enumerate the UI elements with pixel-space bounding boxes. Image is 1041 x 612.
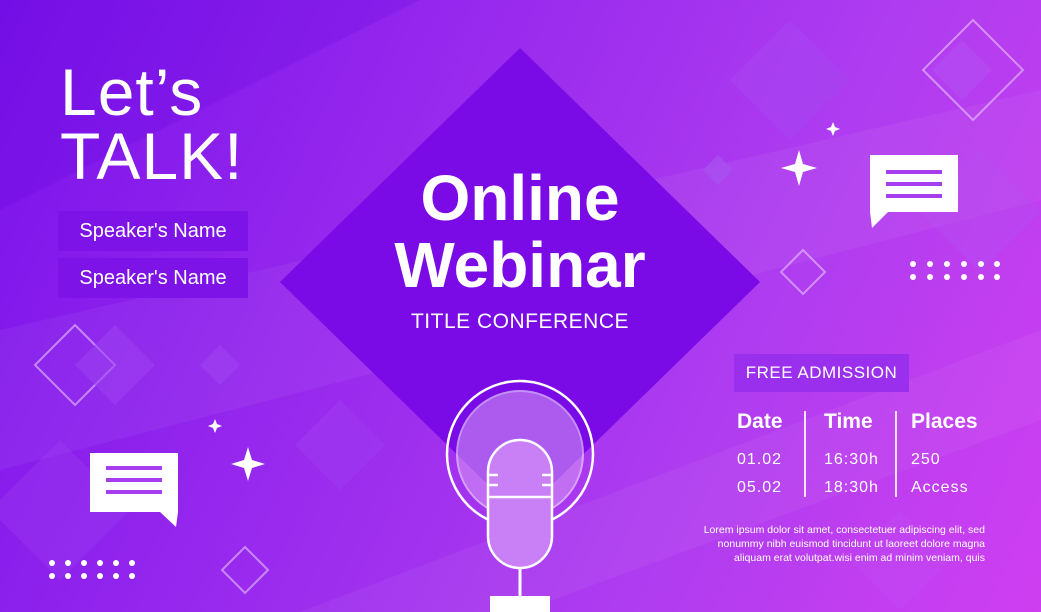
headline-line2: TALK! bbox=[60, 119, 244, 193]
places-value-2: Access bbox=[911, 479, 969, 496]
title-webinar: Webinar bbox=[394, 229, 646, 301]
title-online: Online bbox=[420, 162, 620, 234]
webinar-banner: Let’s TALK! Speaker's Name Speaker's Nam… bbox=[0, 0, 1041, 612]
headline-line1: Let’s bbox=[60, 55, 204, 129]
diamond-icon bbox=[730, 20, 850, 140]
free-admission-badge: FREE ADMISSION bbox=[734, 354, 909, 392]
description-text: Lorem ipsum dolor sit amet, consectetuer… bbox=[650, 523, 985, 565]
time-value-1: 16:30h bbox=[824, 451, 879, 468]
column-divider bbox=[895, 411, 897, 497]
time-value-2: 18:30h bbox=[824, 479, 879, 496]
time-header: Time bbox=[824, 410, 873, 433]
date-value-2: 05.02 bbox=[737, 479, 783, 496]
places-value-1: 250 bbox=[911, 451, 941, 468]
sparkle-icon bbox=[826, 122, 840, 136]
places-header: Places bbox=[911, 410, 978, 433]
headline: Let’s TALK! bbox=[60, 55, 244, 193]
description-line: nonummy nibh euismod tincidunt ut laoree… bbox=[717, 538, 985, 550]
date-value-1: 01.02 bbox=[737, 451, 783, 468]
conference-subtitle: TITLE CONFERENCE bbox=[410, 310, 630, 333]
description-line: Lorem ipsum dolor sit amet, consectetuer… bbox=[703, 524, 985, 536]
speaker-name-2: Speaker's Name bbox=[58, 258, 248, 298]
sparkle-icon bbox=[208, 419, 222, 433]
description-line: aliquam erat volutpat.wisi enim ad minim… bbox=[734, 552, 985, 564]
speaker-name-1: Speaker's Name bbox=[58, 211, 248, 251]
column-divider bbox=[804, 411, 806, 497]
sparkle-icon bbox=[231, 447, 265, 481]
date-header: Date bbox=[737, 410, 783, 433]
